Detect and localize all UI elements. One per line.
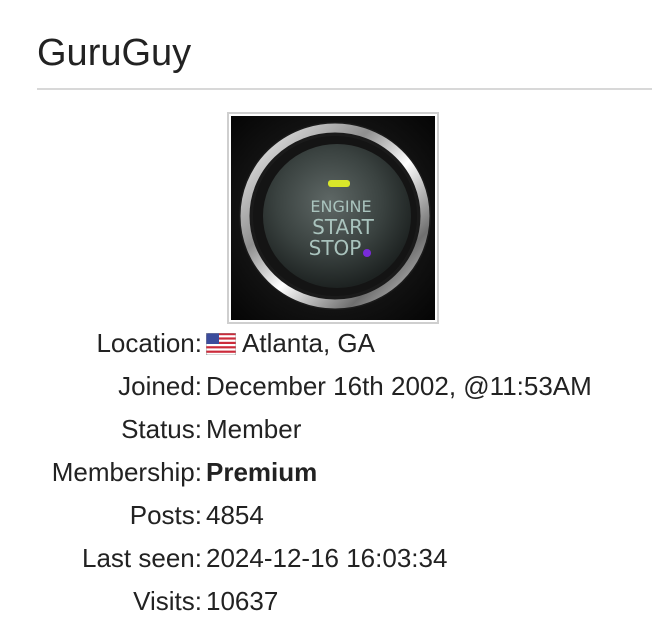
last-seen-row: Last seen: 2024-12-16 16:03:34 [0,537,592,580]
visits-row: Visits: 10637 [0,580,592,623]
title-divider [37,88,652,90]
profile-details-table: Location: Atlanta, GA Joined: December 1… [0,322,592,623]
location-label: Location: [96,328,202,358]
membership-value: Premium [206,457,318,487]
svg-text:ENGINE: ENGINE [310,197,371,216]
last-seen-value: 2024-12-16 16:03:34 [206,543,448,573]
status-label: Status: [121,414,202,444]
visits-value: 10637 [206,586,279,616]
purple-dot [363,249,371,257]
posts-value: 4854 [206,500,264,530]
us-flag-icon [206,333,236,355]
svg-text:STOP: STOP [309,236,362,260]
location-row: Location: Atlanta, GA [0,322,592,365]
profile-username: GuruGuy [37,32,192,74]
last-seen-label: Last seen: [82,543,202,573]
membership-label: Membership: [51,457,202,487]
location-value: Atlanta, GA [242,328,375,358]
posts-row: Posts: 4854 [0,494,592,537]
avatar: ENGINE START STOP [231,116,435,320]
status-row: Status: Member [0,408,592,451]
joined-row: Joined: December 16th 2002, @11:53AM [0,365,592,408]
location-value-cell: Atlanta, GA [206,322,592,365]
indicator-light [328,180,350,187]
joined-value: December 16th 2002, @11:53AM [206,371,592,401]
status-value: Member [206,414,302,444]
joined-label: Joined: [118,371,202,401]
visits-label: Visits: [133,586,202,616]
avatar-frame: ENGINE START STOP [227,112,439,324]
membership-row: Membership: Premium [0,451,592,494]
posts-label: Posts: [129,500,202,530]
